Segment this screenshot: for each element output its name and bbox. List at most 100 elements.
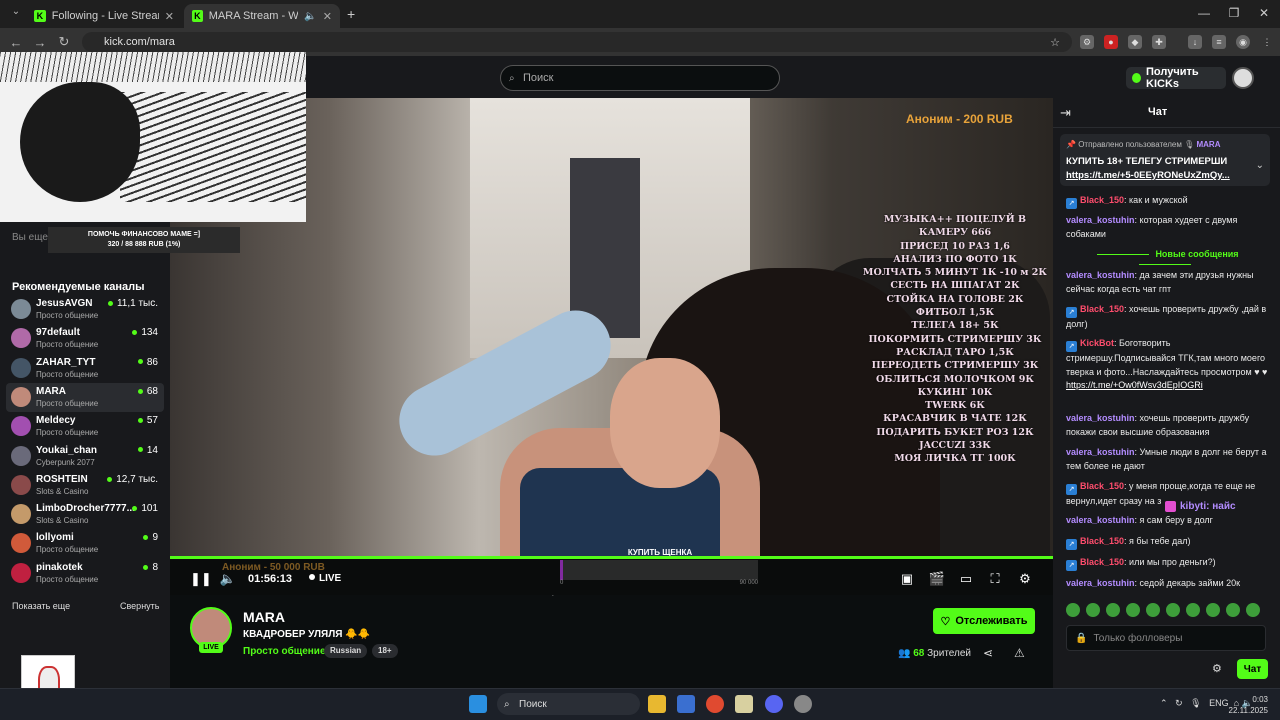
chat-settings-icon[interactable]: ⚙ (1212, 662, 1222, 675)
share-icon[interactable]: ⋖ (983, 646, 993, 660)
tag-language[interactable]: Russian (324, 644, 368, 658)
sidebar-channel[interactable]: lollyomi Просто общение 9 (6, 529, 164, 558)
new-tab-icon[interactable]: + (347, 6, 355, 22)
chat-link[interactable]: https://t.me/+Ow0fWsv3dEpIOGRi (1066, 380, 1203, 390)
playback-progress-bar[interactable] (170, 556, 1053, 559)
forward-icon[interactable]: → (28, 35, 52, 50)
sidebar-channel[interactable]: MARA Просто общение 68 (6, 382, 164, 412)
store-icon[interactable] (677, 695, 695, 713)
emote-icon[interactable] (1106, 603, 1120, 617)
sidebar-channel[interactable]: JesusAVGN Просто общение 11,1 тыс. (6, 295, 164, 324)
settings-icon[interactable]: ⚙ (1016, 571, 1034, 587)
clip-icon[interactable]: 🎬 (928, 571, 946, 587)
emote-icon[interactable] (1086, 603, 1100, 617)
emote-icon[interactable] (1246, 603, 1260, 617)
collapse-chat-icon[interactable]: ⇥ (1060, 105, 1071, 121)
url-field[interactable]: kick.com/mara ☆ (82, 32, 1072, 52)
emote-icon[interactable] (1206, 603, 1220, 617)
show-more-link[interactable]: Показать еще (12, 601, 70, 611)
chat-username[interactable]: valera_kostuhin (1066, 578, 1135, 588)
chat-username[interactable]: Black_150 (1080, 304, 1124, 314)
back-icon[interactable]: ← (4, 35, 28, 50)
menu-line: СТОЙКА НА ГОЛОВЕ 2К (886, 293, 1024, 305)
close-window-icon[interactable]: ✕ (1254, 6, 1274, 20)
file-explorer-icon[interactable] (648, 695, 666, 713)
theater-mode-icon[interactable]: ▭ (957, 571, 975, 587)
tab-following[interactable]: K Following - Live Streams on Kick ✕ (26, 4, 182, 28)
chat-username[interactable]: Black_150 (1080, 557, 1124, 567)
chat-username[interactable]: valera_kostuhin (1066, 515, 1135, 525)
profile-icon[interactable]: ◉ (1236, 35, 1250, 49)
extension-red-icon[interactable]: ● (1104, 35, 1118, 49)
emote-icon[interactable] (1166, 603, 1180, 617)
pinned-message[interactable]: 📌 Отправлено пользователем 🎙 MARA КУПИТЬ… (1060, 134, 1270, 186)
chat-username[interactable]: Black_150 (1080, 195, 1124, 205)
emote-icon[interactable] (1146, 603, 1160, 617)
sidebar-channel[interactable]: LimboDrocher7777... Slots & Casino 101 (6, 500, 164, 529)
emote-icon[interactable] (1186, 603, 1200, 617)
chat-username[interactable]: KickBot (1080, 338, 1114, 348)
minimize-icon[interactable]: — (1194, 6, 1214, 20)
chrome-icon[interactable] (706, 695, 724, 713)
tab-list-icon[interactable]: ⌄ (4, 6, 28, 17)
chat-username[interactable]: Black_150 (1080, 536, 1124, 546)
emote-icon[interactable] (1226, 603, 1240, 617)
chat-message: valera_kostuhin: седой декарь займи 20к (1066, 577, 1272, 591)
new-messages-divider: Новые сообщения (1062, 249, 1268, 269)
chat-username[interactable]: valera_kostuhin (1066, 270, 1135, 280)
chat-badge-icon: ↗ (1066, 484, 1077, 495)
start-menu-icon[interactable] (469, 695, 487, 713)
close-tab-icon[interactable]: ✕ (165, 10, 174, 23)
sidebar-channel[interactable]: Meldecy Просто общение 57 (6, 412, 164, 441)
restore-icon[interactable]: ❐ (1224, 6, 1244, 20)
reload-icon[interactable]: ↻ (52, 34, 76, 50)
chat-username[interactable]: valera_kostuhin (1066, 215, 1135, 225)
volume-icon[interactable]: 🔈 (219, 571, 237, 587)
gear-app-icon[interactable] (794, 695, 812, 713)
tag-age[interactable]: 18+ (372, 644, 398, 658)
sidebar-channel[interactable]: Youkai_chan Cyberpunk 2077 14 (6, 442, 164, 471)
pause-icon[interactable]: ❚❚ (190, 571, 212, 587)
sidebar-channel[interactable]: pinakotek Просто общение 8 (6, 559, 164, 588)
sidebar-channel[interactable]: 97default Просто общение 134 (6, 324, 164, 353)
collapse-link[interactable]: Свернуть (120, 601, 159, 611)
emote-icon[interactable] (1126, 603, 1140, 617)
taskbar-search[interactable]: ⌕ Поиск (497, 693, 640, 715)
channel-name: MARA (36, 385, 66, 397)
emote-icon[interactable] (1066, 603, 1080, 617)
pinned-link[interactable]: https://t.me/+5-0EEyRONeUxZmQy... (1066, 170, 1246, 181)
follow-button[interactable]: ♡ Отслеживать (933, 608, 1035, 634)
chat-username[interactable]: Black_150 (1080, 481, 1124, 491)
report-icon[interactable]: ⚠ (1014, 646, 1025, 660)
menu-dots-icon[interactable]: ⋮ (1260, 35, 1274, 49)
chat-input[interactable]: 🔒 Только фолловеры (1066, 625, 1266, 651)
chat-send-button[interactable]: Чат (1237, 659, 1268, 679)
speaker-icon[interactable]: 🔈 (304, 11, 316, 22)
media-icon[interactable]: ≡ (1212, 35, 1226, 49)
search-input[interactable]: ⌕ Поиск (500, 65, 780, 91)
user-avatar[interactable] (1232, 67, 1254, 89)
chevron-down-icon[interactable]: ⌄ (1256, 160, 1264, 171)
tab-mara[interactable]: K MARA Stream - Watch Live 🔈 ✕ (184, 4, 340, 28)
channel-name[interactable]: MARA (243, 609, 285, 625)
miniplayer-icon[interactable]: ▣ (898, 571, 916, 587)
sidebar-channel[interactable]: ZAHAR_TYT Просто общение 86 (6, 354, 164, 383)
puzzle-icon[interactable]: ✚ (1152, 35, 1166, 49)
tray-chevron-icon[interactable]: ⌃ (1160, 698, 1168, 708)
clock[interactable]: 0:03 22.11.2025 (1226, 694, 1268, 716)
discord-icon[interactable] (765, 695, 783, 713)
tray-sync-icon[interactable]: ↻ (1175, 698, 1183, 708)
download-icon[interactable]: ↓ (1188, 35, 1202, 49)
extension-icon[interactable]: ⚙ (1080, 35, 1094, 49)
microphone-icon[interactable]: 🎙 (1190, 698, 1201, 708)
app-icon[interactable] (735, 695, 753, 713)
shield-icon[interactable]: ◆ (1128, 35, 1142, 49)
bookmark-star-icon[interactable]: ☆ (1050, 36, 1060, 49)
fullscreen-icon[interactable]: ⛶ (986, 571, 1004, 587)
close-tab-icon[interactable]: ✕ (323, 10, 332, 23)
sidebar-channel[interactable]: ROSHTEIN Slots & Casino 12,7 тыс. (6, 471, 164, 500)
chat-username[interactable]: valera_kostuhin (1066, 447, 1135, 457)
chat-username[interactable]: valera_kostuhin (1066, 413, 1135, 423)
get-kicks-button[interactable]: Получить KICKs (1126, 66, 1226, 90)
stream-category[interactable]: Просто общение (243, 646, 326, 657)
